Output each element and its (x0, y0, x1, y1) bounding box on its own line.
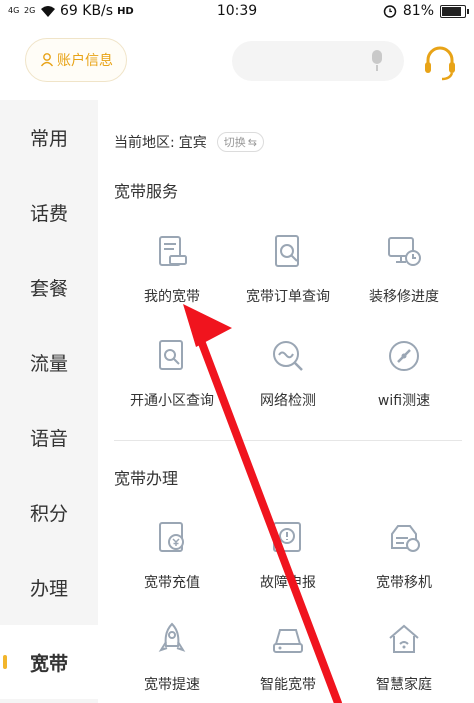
status-right: 81% (383, 3, 469, 19)
sidebar-item-package[interactable]: 套餐 (0, 250, 98, 324)
tile-community-query[interactable]: 开通小区查询 (112, 336, 232, 426)
sidebar-item-handle[interactable]: 办理 (0, 550, 98, 624)
tile-install-progress[interactable]: 装移修进度 (344, 232, 464, 322)
order-query-icon (275, 235, 299, 267)
sidebar-item-label: 套餐 (29, 277, 68, 300)
sidebar-item-common[interactable]: 常用 (0, 100, 98, 174)
sidebar-item-voice[interactable]: 语音 (0, 400, 98, 474)
tile-smart-broadband[interactable]: 智能宽带 (228, 620, 348, 703)
smart-broadband-icon (273, 629, 303, 653)
relocate-icon (391, 525, 420, 552)
status-bar: 4G 2G 69 KB/s HD 10:39 81% (0, 0, 474, 24)
switch-label: 切换 (223, 136, 246, 149)
account-info-button[interactable]: 账户信息 (25, 38, 127, 82)
tile-label: 宽带移机 (376, 575, 432, 591)
current-region: 当前地区: 宜宾 切换 ⇆ (114, 132, 264, 152)
tile-relocate[interactable]: 宽带移机 (344, 518, 464, 608)
tile-label: 宽带订单查询 (246, 289, 330, 305)
network-check-icon (273, 341, 303, 371)
sidebar-item-label: 办理 (29, 577, 68, 600)
tile-network-check[interactable]: 网络检测 (228, 336, 348, 426)
section-divider (114, 440, 462, 441)
sidebar-item-label: 常用 (29, 127, 68, 150)
smart-home-icon (389, 624, 419, 653)
tile-wifi-speed[interactable]: wifi测速 (344, 336, 464, 426)
search-input[interactable] (232, 41, 404, 81)
customer-service-icon[interactable] (420, 40, 460, 84)
tile-label: 宽带充值 (144, 575, 200, 591)
switch-region-button[interactable]: 切换 ⇆ (216, 132, 264, 152)
tile-label: 我的宽带 (144, 289, 200, 305)
sidebar-item-label: 语音 (29, 427, 68, 450)
recharge-icon (159, 522, 184, 552)
sidebar-item-label: 积分 (29, 502, 68, 525)
tile-label: 宽带提速 (144, 677, 200, 693)
section-title-broadband-handle: 宽带办理 (114, 469, 179, 488)
tile-label: 智能宽带 (260, 677, 316, 693)
alarm-icon (383, 5, 397, 18)
tile-label: 故障申报 (260, 575, 316, 591)
tile-label: 开通小区查询 (130, 393, 214, 409)
tile-label: 装移修进度 (369, 289, 439, 305)
install-progress-icon (388, 237, 421, 266)
main-panel: 当前地区: 宜宾 切换 ⇆ 宽带服务 我的宽带 宽带订单查询 装移修进度 开通小… (98, 100, 474, 703)
speed-up-icon (158, 622, 186, 652)
sidebar-item-data[interactable]: 流量 (0, 325, 98, 399)
region-value: 宜宾 (178, 135, 207, 151)
category-sidebar: 常用 话费 套餐 流量 语音 积分 办理 宽带 (0, 100, 98, 703)
tile-label: wifi测速 (377, 393, 431, 409)
tile-label: 智慧家庭 (376, 677, 432, 693)
fault-report-icon (273, 522, 301, 552)
sidebar-item-label: 流量 (29, 352, 68, 375)
my-broadband-icon (159, 236, 187, 266)
sidebar-item-label: 话费 (29, 202, 68, 225)
account-info-label: 账户信息 (57, 53, 113, 69)
user-icon (40, 53, 54, 67)
tile-recharge[interactable]: 宽带充值 (112, 518, 232, 608)
tile-smart-home[interactable]: 智慧家庭 (344, 620, 464, 703)
tile-speed-up[interactable]: 宽带提速 (112, 620, 232, 703)
wifi-speed-icon (389, 341, 419, 371)
swap-icon: ⇆ (247, 135, 257, 149)
battery-icon (440, 4, 469, 18)
tile-order-query[interactable]: 宽带订单查询 (228, 232, 348, 322)
tile-label: 网络检测 (260, 393, 316, 409)
header: 账户信息 (0, 24, 474, 100)
battery-percent: 81% (402, 3, 434, 19)
community-query-icon (159, 340, 183, 370)
tile-my-broadband[interactable]: 我的宽带 (112, 232, 232, 322)
microphone-icon[interactable] (372, 50, 382, 71)
sidebar-item-label: 宽带 (29, 652, 68, 675)
tile-fault-report[interactable]: 故障申报 (228, 518, 348, 608)
region-label: 当前地区: (114, 135, 175, 151)
sidebar-item-broadband[interactable]: 宽带 (0, 625, 98, 699)
section-title-broadband-service: 宽带服务 (114, 182, 179, 201)
sidebar-item-points[interactable]: 积分 (0, 475, 98, 549)
sidebar-item-phone-bill[interactable]: 话费 (0, 175, 98, 249)
